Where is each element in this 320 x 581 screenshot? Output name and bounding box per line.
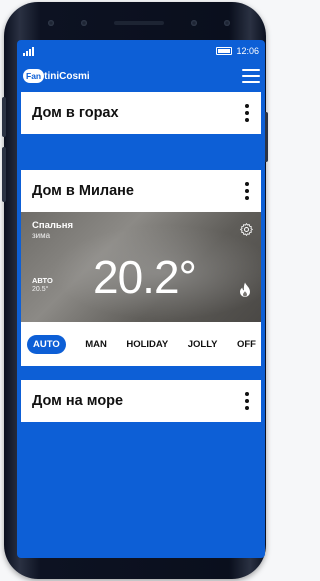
- mode-auto[interactable]: AUTO: [27, 334, 66, 354]
- app-screen: 12:06 Fan tiniCosmi Дом в горах Дом в Ми…: [17, 40, 265, 558]
- more-vert-icon[interactable]: [243, 100, 251, 126]
- room-season: зима: [32, 231, 51, 240]
- home-card-header: Дом в горах: [21, 92, 261, 134]
- room-setpoint: 20.5°: [32, 286, 49, 293]
- home-card[interactable]: Дом в горах: [21, 92, 261, 134]
- home-title[interactable]: Дом в горах: [32, 105, 119, 121]
- more-vert-icon[interactable]: [243, 178, 251, 204]
- menu-icon[interactable]: [242, 69, 260, 83]
- top-bezel: [34, 12, 244, 34]
- front-camera: [191, 20, 198, 26]
- home-title[interactable]: Дом на море: [32, 393, 123, 409]
- app-logo: Fan tiniCosmi: [23, 69, 90, 83]
- status-right: 12:06: [216, 46, 259, 56]
- status-bar: 12:06: [17, 40, 265, 62]
- current-temperature: 20.2°: [93, 251, 197, 303]
- status-time: 12:06: [236, 46, 259, 56]
- home-card[interactable]: Дом на море: [21, 380, 261, 422]
- room-name: Спальня: [32, 220, 74, 231]
- logo-text: tiniCosmi: [44, 70, 90, 82]
- sensor-dot: [47, 20, 54, 26]
- home-card-expanded[interactable]: Дом в Милане Спальня зима АВТО 20.5° 20.…: [21, 170, 261, 366]
- mode-man[interactable]: MAN: [85, 339, 107, 350]
- app-bar: Fan tiniCosmi: [17, 62, 265, 90]
- battery-icon: [216, 47, 233, 55]
- home-title[interactable]: Дом в Милане: [32, 183, 134, 199]
- mode-off[interactable]: OFF: [237, 339, 256, 350]
- flame-icon: [240, 282, 250, 297]
- home-card-header: Дом в Милане: [21, 170, 261, 212]
- more-vert-icon[interactable]: [243, 388, 251, 414]
- gear-icon[interactable]: [239, 222, 254, 237]
- signal-icon: [23, 46, 34, 56]
- logo-badge: Fan: [23, 69, 45, 83]
- earpiece-speaker: [113, 21, 164, 25]
- mode-holiday[interactable]: HOLIDAY: [126, 339, 168, 350]
- sensor-dot: [80, 20, 87, 26]
- volume-button: [2, 97, 6, 137]
- room-mode: АВТО: [32, 276, 53, 285]
- sensor-dot: [224, 20, 231, 26]
- mode-selector: AUTO MAN HOLIDAY JOLLY OFF: [21, 322, 261, 366]
- bixby-button: [2, 147, 6, 202]
- home-card-header: Дом на море: [21, 380, 261, 422]
- mode-jolly[interactable]: JOLLY: [188, 339, 218, 350]
- room-panel[interactable]: Спальня зима АВТО 20.5° 20.2°: [21, 212, 261, 322]
